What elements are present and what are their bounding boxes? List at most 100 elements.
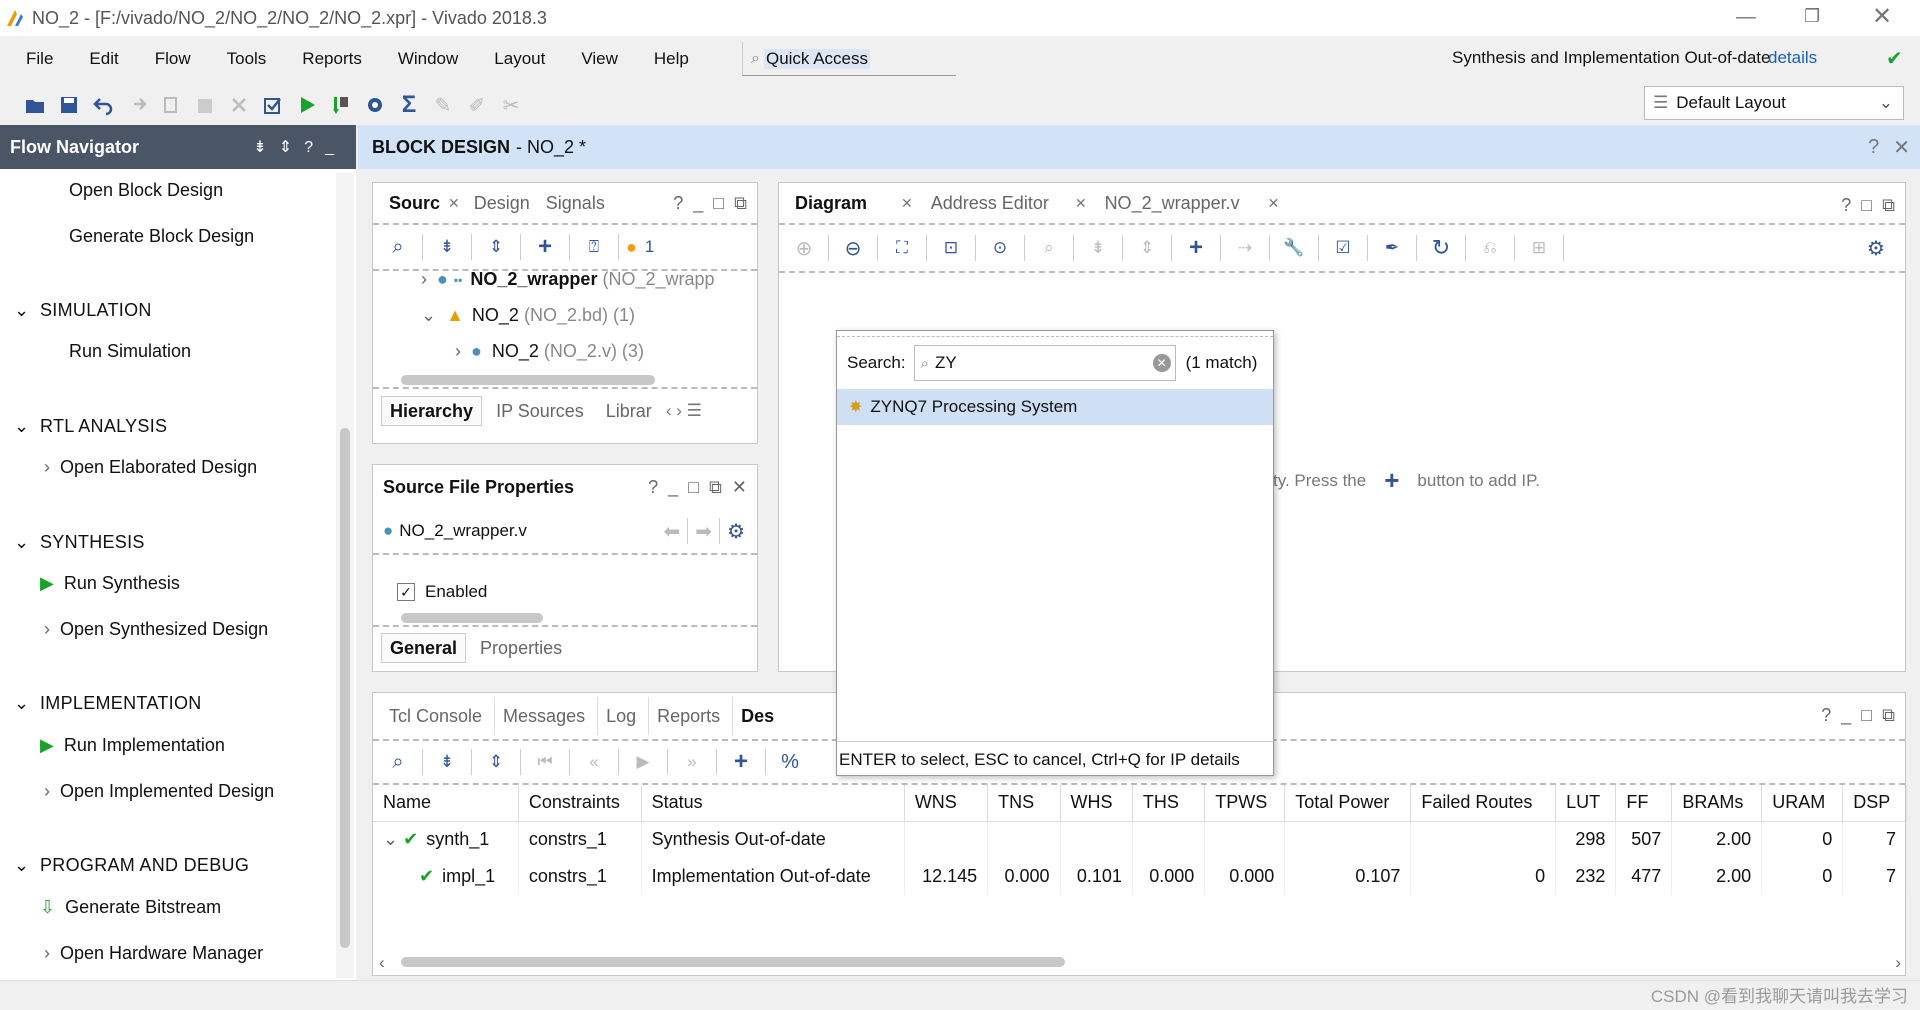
tab-messages[interactable]: Messages bbox=[495, 697, 599, 735]
column-header[interactable]: DSP bbox=[1842, 785, 1907, 822]
menu-layout[interactable]: Layout bbox=[494, 49, 545, 69]
sources-header-icons[interactable]: ? _ □ ⧉ bbox=[673, 193, 747, 214]
column-header[interactable]: Name bbox=[373, 785, 519, 822]
column-header[interactable]: WHS bbox=[1060, 785, 1133, 822]
nav-open-block-design[interactable]: Open Block Design bbox=[69, 180, 223, 201]
back-arrow-icon[interactable]: ⬅ bbox=[664, 519, 681, 544]
gear-icon[interactable]: ⚙ bbox=[727, 519, 745, 544]
zoom-fit-icon[interactable]: ⛶ bbox=[885, 231, 919, 265]
tree-item-v[interactable]: › ● NO_2 (NO_2.v) (3) bbox=[455, 341, 644, 362]
nav-section-simulation[interactable]: ⌄ SIMULATION bbox=[14, 300, 152, 321]
column-header[interactable]: TPWS bbox=[1204, 785, 1286, 822]
tree-item-wrapper[interactable]: › ● ▪▪ NO_2_wrapper (NO_2_wrapp bbox=[421, 269, 715, 290]
sigma-icon[interactable]: Σ bbox=[392, 88, 426, 122]
fit-selection-icon[interactable]: ⊡ bbox=[934, 231, 968, 265]
tab-properties[interactable]: Properties bbox=[472, 629, 570, 667]
layout-select[interactable]: ☰ Default Layout ⌄ bbox=[1644, 86, 1904, 120]
nav-run-simulation[interactable]: Run Simulation bbox=[69, 341, 191, 362]
tab-signals[interactable]: Signals bbox=[538, 184, 613, 222]
expand-all-icon[interactable]: ⇕ bbox=[1130, 231, 1164, 265]
expand-all-icon[interactable]: ⇕ bbox=[479, 745, 513, 779]
add-ip-icon[interactable]: + bbox=[1179, 231, 1213, 265]
bitstream-icon[interactable] bbox=[324, 88, 358, 122]
wrench-icon[interactable]: 🔧 bbox=[1277, 231, 1311, 265]
column-header[interactable]: Failed Routes bbox=[1410, 785, 1557, 822]
table-row[interactable]: ⌄ ✔ synth_1 constrs_1 Synthesis Out-of-date… bbox=[373, 821, 1907, 858]
table-row[interactable]: ✔ impl_1 constrs_1 Implementation Out-of-da… bbox=[373, 858, 1907, 895]
flow-nav-header-icons[interactable]: ⇟⇕?_ bbox=[253, 137, 346, 157]
nav-section-program[interactable]: ⌄ PROGRAM AND DEBUG bbox=[14, 855, 249, 876]
sfp-hscroll[interactable] bbox=[373, 611, 757, 627]
tab-address-editor[interactable]: Address Editor bbox=[923, 184, 1057, 222]
edit-icon[interactable]: ✐ bbox=[460, 88, 494, 122]
tab-diagram[interactable]: Diagram bbox=[787, 184, 875, 222]
minimize-icon[interactable]: — bbox=[1736, 6, 1756, 29]
close-tab-icon[interactable]: ✕ bbox=[1075, 195, 1087, 212]
flow-nav-scrollbar[interactable] bbox=[336, 173, 354, 978]
nav-open-elaborated[interactable]: › Open Elaborated Design bbox=[44, 457, 257, 478]
search-icon[interactable]: ⌕ bbox=[381, 745, 415, 779]
close-tab-icon[interactable]: ✕ bbox=[1268, 195, 1280, 212]
tab-ip-sources[interactable]: IP Sources bbox=[488, 392, 592, 430]
first-icon[interactable]: ⏮ bbox=[528, 745, 562, 779]
search-icon[interactable]: ⌕ bbox=[1032, 231, 1066, 265]
bottom-header-icons[interactable]: ? _ □ ⧉ bbox=[1821, 705, 1895, 726]
forward-arrow-icon[interactable]: ➡ bbox=[695, 519, 712, 544]
fast-forward-icon[interactable]: » bbox=[675, 745, 709, 779]
restore-icon[interactable]: ❐ bbox=[1804, 6, 1820, 27]
tab-general[interactable]: General bbox=[381, 633, 467, 663]
close-tab-icon[interactable]: ✕ bbox=[448, 195, 460, 212]
validate-icon[interactable] bbox=[256, 88, 290, 122]
tab-tcl-console[interactable]: Tcl Console bbox=[381, 697, 496, 735]
column-header[interactable]: THS bbox=[1132, 785, 1206, 822]
collapse-all-icon[interactable]: ⇟ bbox=[430, 230, 464, 264]
tab-sources[interactable]: Sourc bbox=[381, 184, 448, 222]
close-tab-icon[interactable]: ✕ bbox=[901, 195, 913, 212]
copy-icon[interactable] bbox=[154, 88, 188, 122]
column-header[interactable]: Constraints bbox=[518, 785, 642, 822]
nav-section-implementation[interactable]: ⌄ IMPLEMENTATION bbox=[14, 693, 202, 714]
rewind-icon[interactable]: « bbox=[577, 745, 611, 779]
column-header[interactable]: BRAMs bbox=[1671, 785, 1763, 822]
nav-generate-bitstream[interactable]: ⇩ Generate Bitstream bbox=[40, 897, 221, 918]
menu-help[interactable]: Help bbox=[654, 49, 689, 69]
zoom-in-icon[interactable]: ⊕ bbox=[787, 231, 821, 265]
run-icon[interactable] bbox=[290, 88, 324, 122]
nav-open-impl[interactable]: › Open Implemented Design bbox=[44, 781, 274, 802]
pin-icon[interactable]: ✒ bbox=[1375, 231, 1409, 265]
scrollbar-thumb[interactable] bbox=[340, 428, 350, 948]
enabled-checkbox[interactable]: ✓ bbox=[397, 583, 415, 601]
center-icon[interactable]: ⊙ bbox=[983, 231, 1017, 265]
debug-icon[interactable]: ✎ bbox=[426, 88, 460, 122]
connect-icon[interactable]: ⇢ bbox=[1228, 231, 1262, 265]
play-icon[interactable]: ▶ bbox=[626, 745, 660, 779]
add-ip-icon[interactable]: + bbox=[1384, 465, 1399, 496]
nav-section-synthesis[interactable]: ⌄ SYNTHESIS bbox=[14, 532, 145, 553]
menu-file[interactable]: File bbox=[26, 49, 53, 69]
details-link[interactable]: details bbox=[1768, 48, 1817, 68]
close-icon[interactable]: ✕ bbox=[1893, 135, 1910, 160]
clear-icon[interactable]: ✕ bbox=[1152, 354, 1171, 372]
menu-view[interactable]: View bbox=[581, 49, 618, 69]
percent-icon[interactable]: % bbox=[773, 745, 807, 779]
tab-scroll-icon[interactable]: ‹ › ☰ bbox=[666, 401, 702, 421]
delete-icon[interactable] bbox=[222, 88, 256, 122]
settings-icon[interactable] bbox=[358, 88, 392, 122]
expand-all-icon[interactable]: ⇕ bbox=[479, 230, 513, 264]
diagram-header-icons[interactable]: ? □ ⧉ bbox=[1841, 195, 1895, 216]
tab-wrapper-v[interactable]: NO_2_wrapper.v bbox=[1097, 184, 1248, 222]
nav-section-rtl[interactable]: ⌄ RTL ANALYSIS bbox=[14, 416, 167, 437]
collapse-all-icon[interactable]: ⇟ bbox=[430, 745, 464, 779]
quick-access[interactable]: ⌕ Quick Access bbox=[742, 42, 956, 76]
column-header[interactable]: LUT bbox=[1555, 785, 1617, 822]
nav-run-synthesis[interactable]: ▶ Run Synthesis bbox=[40, 573, 180, 594]
sources-hscroll[interactable] bbox=[373, 371, 757, 389]
column-header[interactable]: URAM bbox=[1761, 785, 1844, 822]
refresh-icon[interactable]: ↻ bbox=[1424, 231, 1458, 265]
warning-icon[interactable]: ● bbox=[626, 237, 637, 258]
redo-icon[interactable] bbox=[120, 88, 154, 122]
help-icon[interactable]: ? bbox=[1868, 136, 1879, 159]
menu-window[interactable]: Window bbox=[398, 49, 458, 69]
tools-icon[interactable]: ✂ bbox=[494, 88, 528, 122]
tab-hierarchy[interactable]: Hierarchy bbox=[381, 396, 483, 426]
